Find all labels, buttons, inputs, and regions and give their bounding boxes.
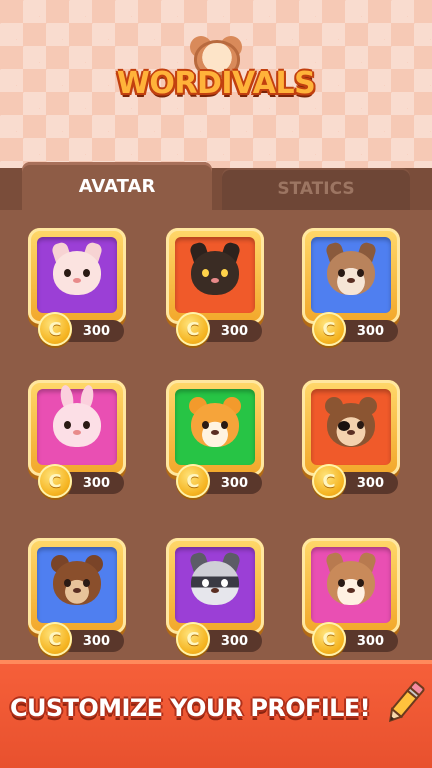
app-title: WORDIVALS (116, 66, 316, 101)
coin-icon: C (176, 312, 210, 346)
avatar-card-dog[interactable]: 300 C (302, 228, 402, 358)
tiger-icon (191, 403, 239, 447)
white-cat-icon (53, 251, 101, 295)
banner-text: CUSTOMIZE YOUR PROFILE! (10, 694, 371, 722)
bear-icon (53, 561, 101, 605)
avatar-card-raccoon[interactable]: 300 C (166, 538, 266, 668)
dog-icon (327, 251, 375, 295)
squirrel-icon (327, 561, 375, 605)
avatar-card-monkey[interactable]: 300 C (302, 380, 402, 510)
raccoon-icon (191, 561, 239, 605)
coin-icon: C (38, 622, 72, 656)
avatar-card-tiger[interactable]: 300 C (166, 380, 266, 510)
coin-icon: C (38, 312, 72, 346)
black-cat-icon (191, 251, 239, 295)
tab-statics[interactable]: STATICS (222, 168, 410, 210)
coin-icon: C (312, 464, 346, 498)
avatar-card-bunny[interactable]: 300 C (28, 380, 128, 510)
tab-avatar[interactable]: AVATAR (22, 162, 212, 210)
coin-icon: C (176, 464, 210, 498)
pencil-icon (388, 681, 425, 723)
coin-icon: C (312, 312, 346, 346)
avatar-card-cat[interactable]: 300 C (28, 228, 128, 358)
coin-icon: C (38, 464, 72, 498)
coin-icon: C (312, 622, 346, 656)
avatar-card-bear[interactable]: 300 C (28, 538, 128, 668)
pirate-monkey-icon (327, 403, 375, 447)
avatar-card-squirrel[interactable]: 300 C (302, 538, 402, 668)
avatar-card-black-cat[interactable]: 300 C (166, 228, 266, 358)
app-logo: WORDIVALS (116, 14, 316, 104)
avatar-grid: 300 C 300 C 300 C 300 C 300 C 300 C 300 … (0, 210, 432, 660)
bunny-icon (53, 403, 101, 447)
coin-icon: C (176, 622, 210, 656)
